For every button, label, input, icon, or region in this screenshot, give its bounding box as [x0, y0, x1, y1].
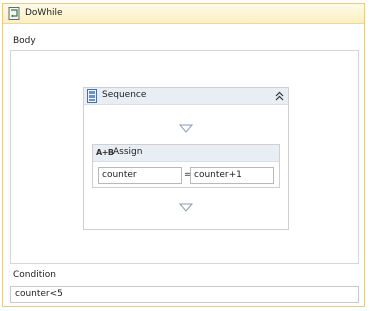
assign-icon: A+B: [96, 148, 114, 157]
sequence-title: Sequence: [102, 90, 147, 100]
assign-header[interactable]: A+B Assign: [93, 145, 279, 162]
drop-target-arrow-icon[interactable]: [179, 203, 193, 212]
sequence-header[interactable]: Sequence: [84, 88, 288, 105]
dowhile-icon: [8, 7, 20, 20]
drop-target-arrow-icon[interactable]: [179, 124, 193, 133]
dowhile-title: DoWhile: [25, 8, 63, 18]
assign-activity[interactable]: A+B Assign counter = counter+1: [92, 144, 280, 188]
body-drop-area[interactable]: Sequence A+B Assign counter = counter+1: [10, 50, 359, 264]
condition-label: Condition: [13, 270, 56, 280]
body-label: Body: [13, 36, 36, 46]
sequence-icon: [87, 89, 97, 103]
dowhile-activity[interactable]: DoWhile Body Sequence A+B Assign counter…: [2, 3, 365, 307]
collapse-icon[interactable]: [274, 90, 285, 102]
sequence-activity[interactable]: Sequence A+B Assign counter = counter+1: [83, 87, 289, 230]
assign-to-field[interactable]: counter: [98, 167, 182, 184]
assign-value-field[interactable]: counter+1: [190, 167, 274, 184]
condition-input[interactable]: counter<5: [10, 286, 359, 303]
dowhile-header[interactable]: DoWhile: [3, 4, 364, 24]
assign-title: Assign: [113, 147, 143, 157]
